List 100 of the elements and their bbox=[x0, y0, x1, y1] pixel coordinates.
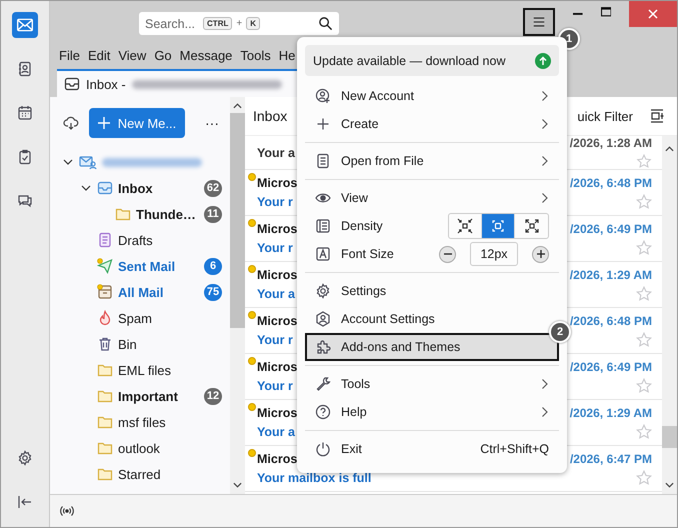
increase-button[interactable] bbox=[532, 246, 549, 262]
folder-name[interactable]: Bin bbox=[118, 336, 222, 352]
inbox-icon bbox=[64, 76, 80, 92]
menu-bar-item[interactable]: File bbox=[59, 48, 80, 62]
folder-name[interactable]: Thunde… bbox=[136, 206, 199, 222]
mail-account-icon bbox=[79, 154, 97, 170]
star-icon[interactable] bbox=[636, 378, 652, 394]
folder-name[interactable]: Sent Mail bbox=[118, 258, 199, 274]
tasks-icon bbox=[17, 149, 33, 165]
menu-item[interactable]: Exit Ctrl+Shift+Q bbox=[305, 435, 559, 463]
folder-icon bbox=[97, 388, 113, 404]
maximize-icon[interactable] bbox=[600, 7, 612, 17]
font-size-value[interactable]: 12px bbox=[470, 242, 518, 266]
menu-item[interactable]: Help bbox=[305, 398, 559, 426]
envelope-icon bbox=[16, 16, 34, 34]
scrollbar[interactable] bbox=[662, 136, 677, 494]
folder-icon bbox=[97, 414, 113, 430]
folder-name[interactable]: Important bbox=[118, 388, 199, 404]
star-icon[interactable] bbox=[636, 286, 652, 302]
menu-button[interactable] bbox=[523, 8, 555, 36]
message-sender: Micros bbox=[257, 176, 298, 190]
message-sender: Micros bbox=[257, 222, 298, 236]
display-options-icon[interactable] bbox=[649, 108, 665, 124]
settings-icon bbox=[315, 283, 331, 299]
menu-bar-item[interactable]: Message bbox=[180, 48, 232, 62]
folder-icon bbox=[97, 466, 113, 482]
folder-name[interactable]: outlook bbox=[118, 440, 222, 456]
folder-icon bbox=[115, 206, 131, 222]
menu-item[interactable]: Tools bbox=[305, 370, 559, 398]
scroll-thumb[interactable] bbox=[230, 113, 245, 328]
scroll-up-icon[interactable] bbox=[665, 146, 674, 152]
menu-item[interactable]: New Account bbox=[305, 82, 559, 110]
star-icon[interactable] bbox=[636, 424, 652, 440]
plus-icon bbox=[315, 116, 331, 132]
message-sender: Micros bbox=[257, 360, 298, 374]
focus-square-icon bbox=[490, 218, 506, 234]
decrease-button[interactable] bbox=[439, 246, 456, 262]
new-message-button[interactable]: New Me... bbox=[89, 108, 185, 138]
keyboard-key: CTRL bbox=[203, 17, 232, 30]
message-date: /2026, 6:49 PM bbox=[570, 360, 652, 374]
scroll-thumb[interactable] bbox=[662, 426, 677, 448]
folder-name[interactable]: Spam bbox=[118, 310, 222, 326]
menu-bar-item[interactable]: He bbox=[278, 48, 296, 62]
message-date: /2026, 6:49 PM bbox=[570, 222, 652, 236]
update-banner[interactable]: Update available — download now bbox=[305, 45, 559, 76]
folder-name[interactable]: msf files bbox=[118, 414, 222, 430]
message-date: /2026, 1:29 AM bbox=[570, 406, 652, 420]
menu-item[interactable]: Create bbox=[305, 110, 559, 138]
quick-filter-button[interactable]: uick Filter bbox=[577, 108, 633, 124]
message-date: /2026, 6:48 PM bbox=[570, 314, 652, 328]
menu-bar-item[interactable]: Edit bbox=[88, 48, 110, 62]
user-plus-icon bbox=[315, 88, 331, 104]
search-field[interactable]: Search... CTRL + K bbox=[139, 12, 339, 35]
density-selector[interactable] bbox=[448, 213, 549, 239]
message-subject[interactable]: Your mailbox is full bbox=[257, 471, 570, 485]
mail-space-button[interactable] bbox=[12, 12, 38, 38]
search-icon bbox=[318, 16, 333, 31]
menu-item[interactable]: Settings bbox=[305, 277, 559, 305]
message-date: /2026, 6:47 PM bbox=[570, 452, 652, 466]
cloud-download-icon[interactable] bbox=[63, 115, 79, 131]
help-icon bbox=[315, 404, 331, 420]
star-icon[interactable] bbox=[636, 154, 652, 169]
folder-name[interactable]: Drafts bbox=[118, 232, 222, 248]
star-icon[interactable] bbox=[636, 240, 652, 256]
menu-bar-item[interactable]: Go bbox=[154, 48, 172, 62]
folder-name[interactable]: Inbox bbox=[118, 180, 199, 196]
folder-title: Inbox bbox=[253, 108, 288, 124]
plus-icon bbox=[98, 117, 110, 129]
inbox-tab[interactable]: Inbox - bbox=[57, 69, 297, 97]
settings-icon bbox=[17, 450, 33, 466]
collapse-arrows-icon bbox=[457, 218, 473, 234]
message-date: /2026, 1:29 AM bbox=[570, 268, 652, 282]
menu-bar-item[interactable]: View bbox=[118, 48, 146, 62]
power-icon bbox=[315, 441, 331, 457]
message-date: /2026, 6:48 PM bbox=[570, 176, 652, 190]
star-icon[interactable] bbox=[636, 332, 652, 348]
star-icon[interactable] bbox=[636, 194, 652, 210]
update-label: Update available — download now bbox=[313, 54, 506, 68]
scroll-down-icon[interactable] bbox=[665, 482, 674, 488]
folder-name[interactable]: Starred bbox=[118, 466, 222, 482]
chat-icon bbox=[17, 193, 33, 209]
unread-count: 62 bbox=[204, 180, 222, 196]
star-icon[interactable] bbox=[636, 470, 652, 486]
flame-icon bbox=[97, 310, 113, 326]
more-button[interactable]: ··· bbox=[199, 115, 225, 131]
unread-count: 6 bbox=[204, 258, 222, 274]
menu-item[interactable]: View bbox=[305, 184, 559, 212]
unread-count: 11 bbox=[204, 206, 222, 222]
scrollbar[interactable] bbox=[230, 97, 245, 494]
unread-count: 75 bbox=[204, 284, 222, 300]
menu-bar-item[interactable]: Tools bbox=[240, 48, 271, 62]
message-sender: Micros bbox=[257, 268, 298, 282]
expand-arrows-icon bbox=[524, 218, 540, 234]
inbox-icon bbox=[97, 180, 113, 196]
folder-name[interactable]: All Mail bbox=[118, 284, 199, 300]
scroll-up-icon[interactable] bbox=[233, 103, 242, 109]
folder-name[interactable]: EML files bbox=[118, 362, 222, 378]
menu-icon bbox=[532, 15, 546, 29]
menu-item[interactable]: Open from File bbox=[305, 147, 559, 175]
scroll-down-icon[interactable] bbox=[233, 482, 242, 488]
